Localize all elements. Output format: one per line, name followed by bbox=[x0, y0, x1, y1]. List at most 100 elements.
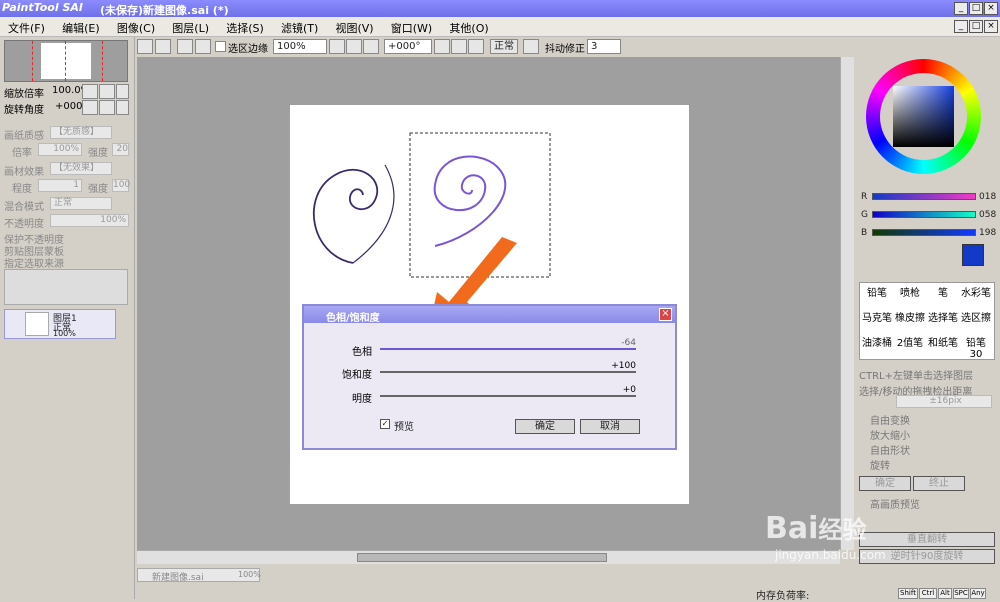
free-transform-option[interactable]: 自由变换 bbox=[870, 412, 910, 427]
deselect-button[interactable] bbox=[177, 39, 193, 54]
ctrl-select-hint[interactable]: CTRL+左键单击选择图层 bbox=[859, 367, 973, 382]
menu-select[interactable]: 选择(S) bbox=[218, 17, 270, 36]
foreground-color-swatch[interactable] bbox=[962, 244, 984, 266]
dialog-ok-button[interactable]: 确定 bbox=[515, 419, 575, 434]
g-value: 058 bbox=[979, 210, 997, 220]
color-mode-tabs[interactable] bbox=[860, 40, 996, 54]
menu-filter[interactable]: 滤镜(T) bbox=[273, 17, 324, 36]
tool-binary-pen[interactable]: 2值笔 bbox=[894, 334, 926, 358]
tool-watercolor[interactable]: 水彩笔 bbox=[960, 284, 992, 308]
strength2-field[interactable]: 100 bbox=[112, 179, 130, 192]
lightness-slider[interactable] bbox=[380, 395, 636, 397]
nav-rotate-right-button[interactable] bbox=[99, 100, 115, 115]
nav-zoom-reset-button[interactable] bbox=[116, 84, 129, 99]
layer-thumbnail bbox=[25, 312, 49, 336]
preview-checkbox[interactable]: ✓ bbox=[380, 419, 390, 429]
nav-rotate-reset-button[interactable] bbox=[116, 100, 129, 115]
dialog-close-button[interactable]: × bbox=[659, 308, 672, 321]
vertical-scrollbar[interactable] bbox=[840, 57, 854, 550]
g-slider[interactable] bbox=[872, 211, 976, 218]
undo-button[interactable] bbox=[137, 39, 153, 54]
blend-mode-button[interactable]: 正常 bbox=[490, 39, 518, 54]
opacity-field[interactable]: 100% bbox=[50, 214, 129, 227]
maximize-button[interactable]: □ bbox=[969, 2, 983, 15]
stabilizer-select[interactable]: 3 bbox=[587, 39, 621, 54]
dialog-cancel-button[interactable]: 取消 bbox=[580, 419, 640, 434]
g-label: G bbox=[861, 210, 868, 220]
menu-other[interactable]: 其他(O) bbox=[441, 17, 494, 36]
b-slider[interactable] bbox=[872, 229, 976, 236]
nav-zoom-out-button[interactable] bbox=[82, 84, 98, 99]
menu-layer[interactable]: 图层(L) bbox=[164, 17, 215, 36]
hue-slider[interactable] bbox=[380, 348, 636, 350]
rotate-option[interactable]: 旋转 bbox=[870, 457, 890, 472]
angle-value: +000 bbox=[55, 101, 83, 112]
r-slider[interactable] bbox=[872, 193, 976, 200]
rotate-reset-button[interactable] bbox=[468, 39, 484, 54]
key-alt: Alt bbox=[938, 588, 952, 599]
selection-edge-checkbox[interactable] bbox=[215, 41, 226, 52]
degree-field[interactable]: 1 bbox=[38, 179, 82, 192]
menu-edit[interactable]: 编辑(E) bbox=[54, 17, 106, 36]
scroll-thumb[interactable] bbox=[357, 553, 607, 562]
tool-airbrush[interactable]: 喷枪 bbox=[894, 284, 926, 308]
nav-rotate-left-button[interactable] bbox=[82, 100, 98, 115]
horizontal-scrollbar[interactable] bbox=[137, 550, 840, 564]
zoom-reset-button[interactable] bbox=[363, 39, 379, 54]
saturation-value-square[interactable] bbox=[893, 86, 954, 147]
minimize-button[interactable]: _ bbox=[954, 2, 968, 15]
doc-minimize-button[interactable]: _ bbox=[954, 20, 968, 33]
rotate-right-button[interactable] bbox=[451, 39, 467, 54]
strength-field[interactable]: 20 bbox=[112, 143, 129, 156]
tool-bucket[interactable]: 油漆桶 bbox=[861, 334, 893, 358]
tool-eraser[interactable]: 橡皮擦 bbox=[894, 309, 926, 333]
tool-pencil30[interactable]: 铅笔30 bbox=[960, 334, 992, 360]
redo-button[interactable] bbox=[155, 39, 171, 54]
tool-pen[interactable]: 笔 bbox=[927, 284, 959, 308]
tool-select-pen[interactable]: 选择笔 bbox=[927, 309, 959, 333]
effect-select[interactable]: 【无效果】 bbox=[50, 162, 112, 175]
tool-washi-pen[interactable]: 和纸笔 bbox=[927, 334, 959, 358]
r-label: R bbox=[861, 192, 868, 202]
scale-field[interactable]: 100% bbox=[38, 143, 82, 156]
drag-distance-field[interactable]: ±16pix bbox=[896, 395, 992, 408]
hq-preview-option[interactable]: 高画质预览 bbox=[870, 496, 920, 511]
menu-image[interactable]: 图像(C) bbox=[109, 17, 161, 36]
flip-view-button[interactable] bbox=[523, 39, 539, 54]
tool-select-eraser[interactable]: 选区擦 bbox=[960, 309, 992, 333]
menu-view[interactable]: 视图(V) bbox=[327, 17, 379, 36]
menu-window[interactable]: 窗口(W) bbox=[383, 17, 438, 36]
layer-toolbar bbox=[4, 269, 128, 305]
tool-marker[interactable]: 马克笔 bbox=[861, 309, 893, 333]
close-button[interactable]: × bbox=[984, 2, 998, 15]
saturation-slider[interactable] bbox=[380, 371, 636, 373]
key-ctrl: Ctrl bbox=[919, 588, 937, 599]
free-shape-option[interactable]: 自由形状 bbox=[870, 442, 910, 457]
navigator-preview[interactable] bbox=[4, 40, 128, 82]
selection-source-option[interactable]: 指定选取来源 bbox=[4, 255, 64, 270]
canvas-toolbar: 选区边缘 100% +000° 正常 抖动修正 3 bbox=[135, 37, 855, 57]
invert-selection-button[interactable] bbox=[195, 39, 211, 54]
transform-ok-button[interactable]: 确定 bbox=[859, 476, 911, 491]
nav-zoom-in-button[interactable] bbox=[99, 84, 115, 99]
zoom-in-button[interactable] bbox=[346, 39, 362, 54]
menu-file[interactable]: 文件(F) bbox=[0, 17, 51, 36]
rotation-select[interactable]: +000° bbox=[384, 39, 432, 54]
doc-close-button[interactable]: × bbox=[984, 20, 998, 33]
strength-label: 强度 bbox=[88, 148, 108, 159]
watermark-logo: Bai经验 bbox=[765, 511, 867, 546]
color-wheel[interactable] bbox=[866, 59, 981, 174]
tool-pencil[interactable]: 铅笔 bbox=[861, 284, 893, 308]
flip-button[interactable]: 垂直翻转 bbox=[859, 532, 995, 547]
layer-blend-select[interactable]: 正常 bbox=[50, 197, 112, 210]
doc-maximize-button[interactable]: □ bbox=[969, 20, 983, 33]
r-value: 018 bbox=[979, 192, 997, 202]
paper-texture-select[interactable]: 【无质感】 bbox=[50, 126, 112, 139]
zoom-out-button[interactable] bbox=[329, 39, 345, 54]
rotate-left-button[interactable] bbox=[434, 39, 450, 54]
zoom-select[interactable]: 100% bbox=[273, 39, 327, 54]
scale-option[interactable]: 放大缩小 bbox=[870, 427, 910, 442]
transform-cancel-button[interactable]: 终止 bbox=[913, 476, 965, 491]
layer-item[interactable]: 图层1 正常 100% bbox=[4, 309, 116, 339]
document-tab[interactable]: 新建图像.sai 100% bbox=[137, 568, 261, 583]
